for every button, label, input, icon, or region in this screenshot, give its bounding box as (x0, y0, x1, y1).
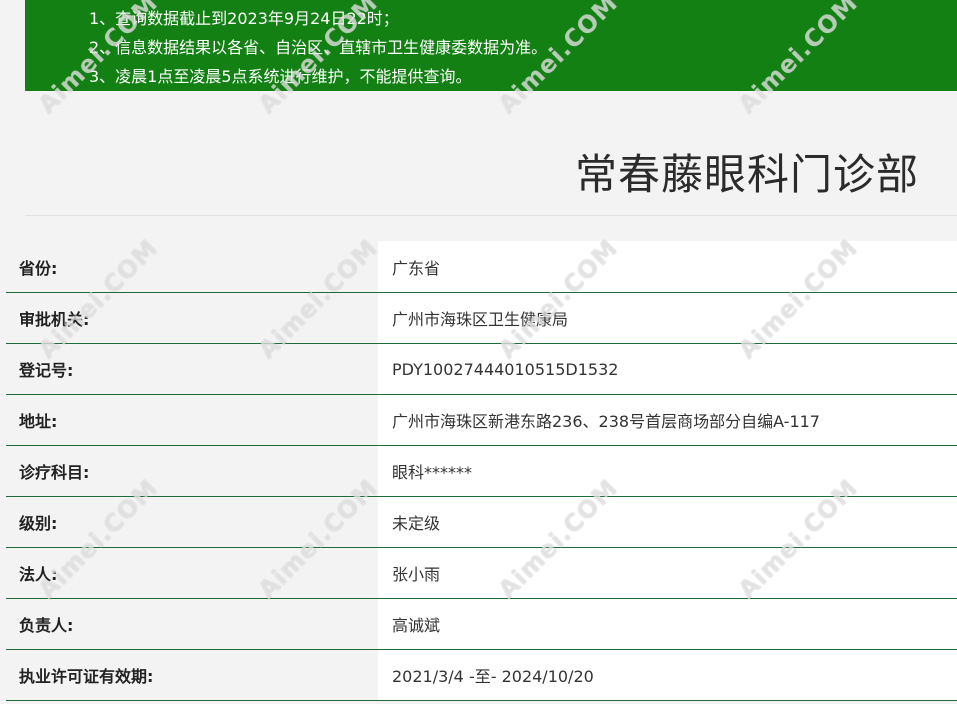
row-value-authority: 广州市海珠区卫生健康局 (378, 292, 957, 344)
row-value-departments: 眼科****** (378, 445, 957, 497)
table-row: 地址: 广州市海珠区新港东路236、238号首层商场部分自编A-117 (6, 394, 957, 446)
table-row: 审批机关: 广州市海珠区卫生健康局 (6, 292, 957, 344)
row-value-person-in-charge: 高诚斌 (378, 598, 957, 650)
table-row: 法人: 张小雨 (6, 547, 957, 599)
title-area: 常春藤眼科门诊部 (25, 91, 957, 216)
row-label-province: 省份: (6, 241, 378, 293)
row-label-level: 级别: (6, 496, 378, 548)
row-label-authority: 审批机关: (6, 292, 378, 344)
row-label-person-in-charge: 负责人: (6, 598, 378, 650)
row-value-legal-person: 张小雨 (378, 547, 957, 599)
row-value-registration: PDY10027444010515D1532 (378, 343, 957, 395)
info-table: 省份: 广东省 审批机关: 广州市海珠区卫生健康局 登记号: PDY100274… (6, 241, 957, 701)
row-label-address: 地址: (6, 394, 378, 446)
table-row: 执业许可证有效期: 2021/3/4 -至- 2024/10/20 (6, 649, 957, 701)
notice-banner: 1、查询数据截止到2023年9月24日22时； 2、信息数据结果以各省、自治区、… (25, 0, 957, 91)
row-label-departments: 诊疗科目: (6, 445, 378, 497)
row-label-registration: 登记号: (6, 343, 378, 395)
row-value-address: 广州市海珠区新港东路236、238号首层商场部分自编A-117 (378, 394, 957, 446)
table-row: 登记号: PDY10027444010515D1532 (6, 343, 957, 395)
table-row: 省份: 广东省 (6, 241, 957, 293)
row-value-level: 未定级 (378, 496, 957, 548)
table-row: 负责人: 高诚斌 (6, 598, 957, 650)
row-value-license-validity: 2021/3/4 -至- 2024/10/20 (378, 649, 957, 701)
notice-line: 2、信息数据结果以各省、自治区、直辖市卫生健康委数据为准。 (89, 38, 548, 57)
row-label-legal-person: 法人: (6, 547, 378, 599)
row-value-province: 广东省 (378, 241, 957, 293)
notice-line: 3、凌晨1点至凌晨5点系统进行维护，不能提供查询。 (89, 67, 472, 86)
page-title: 常春藤眼科门诊部 (574, 150, 919, 199)
row-label-license-validity: 执业许可证有效期: (6, 649, 378, 701)
table-row: 级别: 未定级 (6, 496, 957, 548)
notice-line: 1、查询数据截止到2023年9月24日22时； (89, 9, 399, 28)
table-row: 诊疗科目: 眼科****** (6, 445, 957, 497)
